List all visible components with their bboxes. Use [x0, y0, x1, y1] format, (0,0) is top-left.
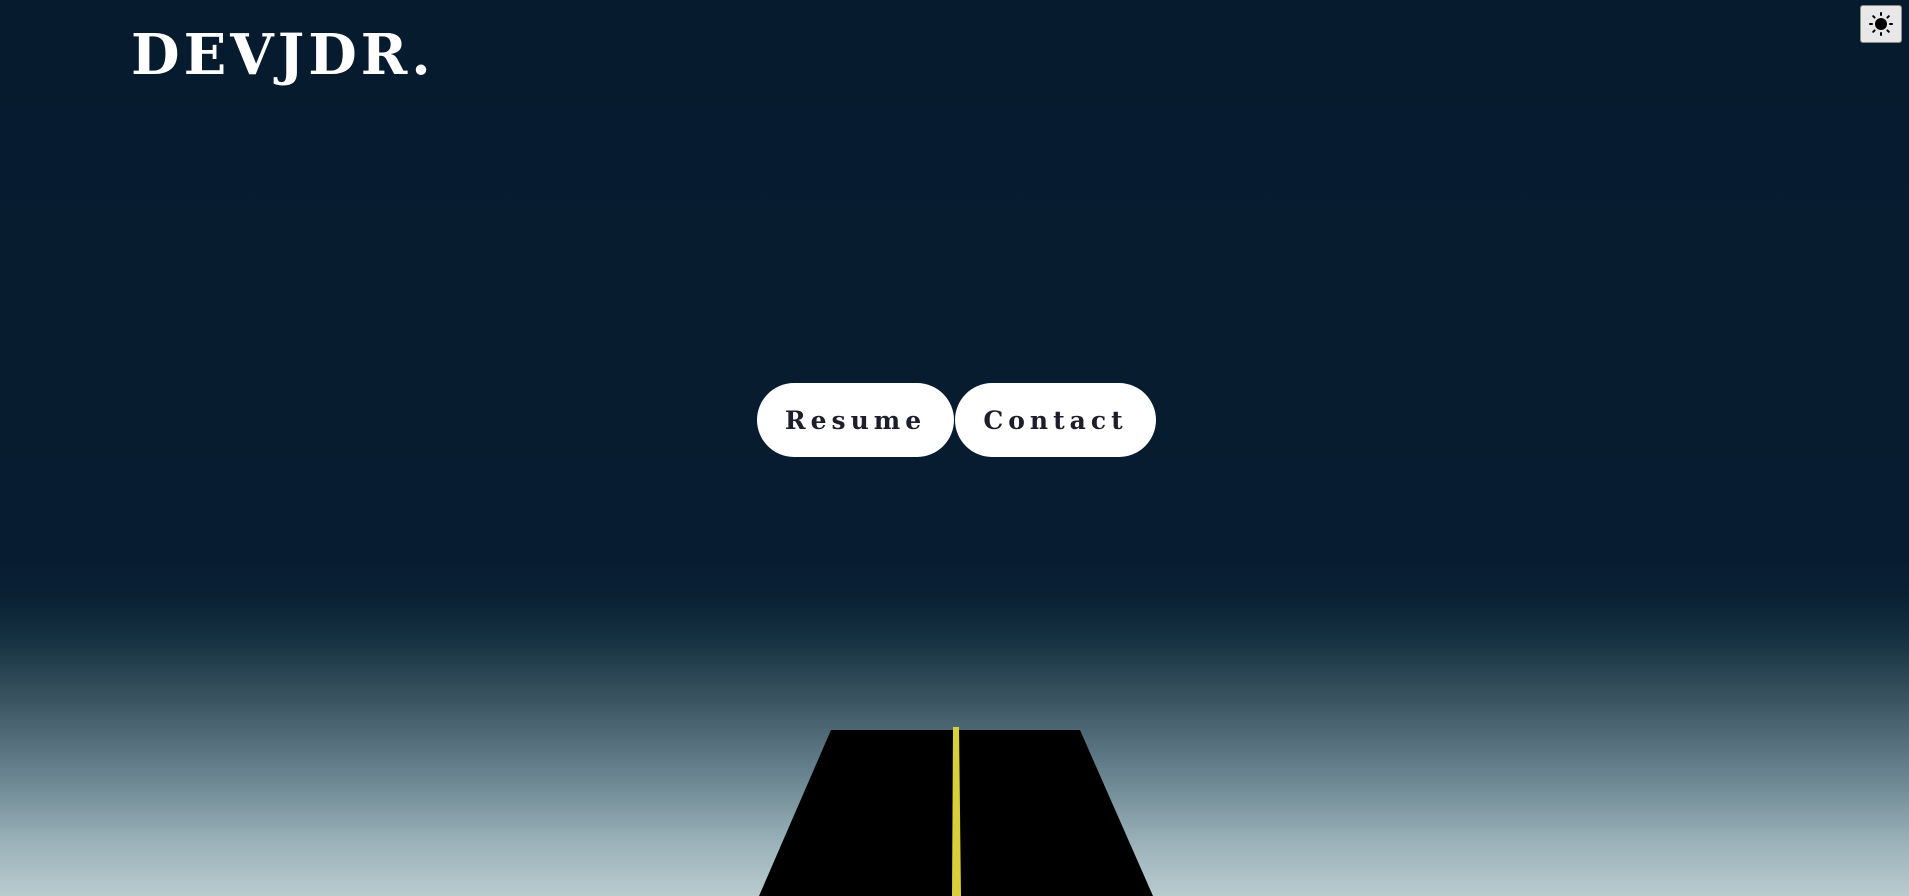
site-logo[interactable]: DEVJDR. [131, 20, 435, 90]
hero-button-group: Resume Contact [757, 383, 1156, 457]
resume-button[interactable]: Resume [757, 383, 954, 457]
sun-icon [1869, 12, 1893, 36]
theme-toggle-button[interactable] [1860, 5, 1902, 43]
contact-button[interactable]: Contact [955, 383, 1156, 457]
